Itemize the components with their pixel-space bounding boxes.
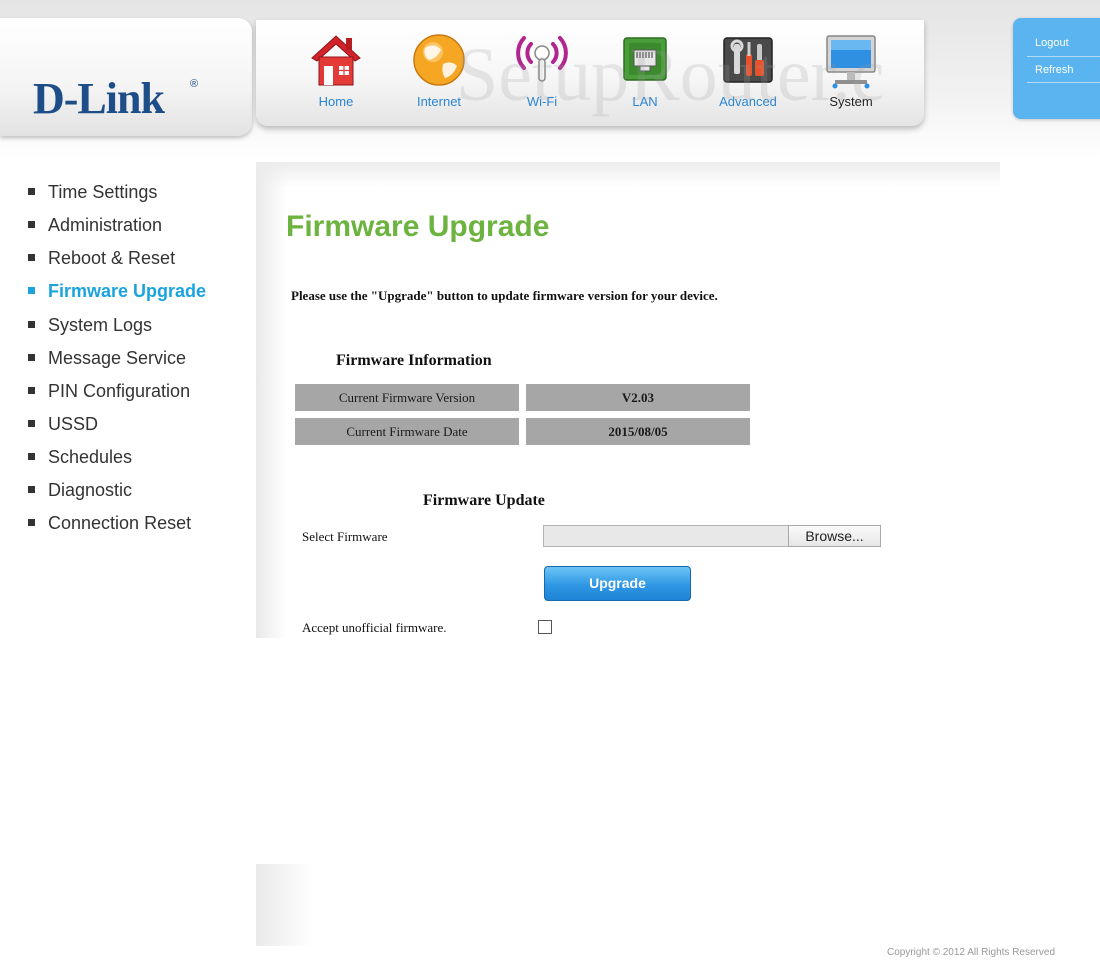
- sidebar-item-pin-configuration[interactable]: PIN Configuration: [28, 381, 190, 411]
- firmware-file-input[interactable]: [543, 525, 789, 547]
- select-firmware-label: Select Firmware: [302, 529, 388, 544]
- watermark: SetupRouter.c: [456, 33, 885, 117]
- account-tab: Logout Refresh: [1013, 18, 1100, 119]
- bullet-icon: [28, 353, 35, 361]
- current-firmware-version-label: Current Firmware Version: [295, 384, 519, 411]
- home-icon: [311, 35, 361, 86]
- sidebar-item-connection-reset[interactable]: Connection Reset: [28, 513, 191, 543]
- bullet-icon: [28, 386, 35, 394]
- sidebar-item-label: Schedules: [48, 447, 133, 467]
- content-shadow-strip: [256, 864, 312, 946]
- bullet-icon: [28, 187, 35, 195]
- sidebar-item-administration[interactable]: Administration: [28, 215, 162, 245]
- sidebar-item-message-service[interactable]: Message Service: [28, 348, 186, 378]
- sidebar-item-firmware-upgrade[interactable]: Firmware Upgrade: [28, 281, 206, 311]
- current-firmware-version-value: V2.03: [526, 384, 750, 411]
- sidebar-item-label: Connection Reset: [48, 513, 192, 533]
- upgrade-button[interactable]: Upgrade: [544, 566, 691, 601]
- bullet-icon: [28, 419, 35, 427]
- bullet-icon: [28, 220, 35, 228]
- copyright-notice: Copyright © 2012 All Rights Reserved: [887, 947, 1056, 958]
- content-top-shade: [256, 162, 1000, 188]
- sidebar-item-system-logs[interactable]: System Logs: [28, 315, 152, 345]
- bullet-icon: [28, 518, 35, 526]
- nav-home-label: Home: [318, 94, 354, 109]
- page-title: Firmware Upgrade: [286, 210, 550, 243]
- logout-link[interactable]: Logout: [1035, 37, 1069, 49]
- bullet-icon: [28, 485, 35, 493]
- sidebar-item-label: Administration: [48, 215, 163, 235]
- sidebar-item-label: Diagnostic: [48, 480, 133, 500]
- sidebar-item-label: Firmware Upgrade: [48, 281, 207, 301]
- browse-button[interactable]: Browse...: [788, 525, 881, 547]
- page-description: Please use the "Upgrade" button to updat…: [291, 288, 718, 303]
- firmware-information-heading: Firmware Information: [336, 352, 492, 369]
- bullet-icon: [28, 253, 35, 261]
- refresh-link[interactable]: Refresh: [1035, 64, 1074, 76]
- sidebar-item-label: Message Service: [48, 348, 187, 368]
- firmware-update-heading: Firmware Update: [423, 492, 545, 509]
- sidebar-item-ussd[interactable]: USSD: [28, 414, 98, 444]
- current-firmware-date-value: 2015/08/05: [526, 418, 750, 445]
- bullet-icon: [28, 286, 35, 294]
- logo-panel: D-Link ®: [0, 18, 252, 136]
- nav-home[interactable]: Home: [291, 30, 381, 120]
- sidebar-item-label: Reboot & Reset: [48, 248, 176, 268]
- sidebar-item-label: USSD: [48, 414, 99, 434]
- sidebar-item-diagnostic[interactable]: Diagnostic: [28, 480, 132, 510]
- sidebar-item-time-settings[interactable]: Time Settings: [28, 182, 157, 212]
- accept-unofficial-firmware-label: Accept unofficial firmware.: [302, 620, 447, 635]
- sidebar-item-label: PIN Configuration: [48, 381, 191, 401]
- accept-unofficial-firmware-checkbox[interactable]: [538, 620, 552, 634]
- sidebar-item-reboot-reset[interactable]: Reboot & Reset: [28, 248, 175, 278]
- bullet-icon: [28, 320, 35, 328]
- sidebar-item-label: Time Settings: [48, 182, 158, 202]
- registered-mark: ®: [190, 78, 199, 90]
- sidebar-item-schedules[interactable]: Schedules: [28, 447, 132, 477]
- account-tab-divider: [1027, 82, 1100, 83]
- account-tab-divider: [1027, 56, 1100, 57]
- bullet-icon: [28, 452, 35, 460]
- current-firmware-date-label: Current Firmware Date: [295, 418, 519, 445]
- sidebar-item-label: System Logs: [48, 315, 153, 335]
- dlink-logo: D-Link: [33, 74, 165, 123]
